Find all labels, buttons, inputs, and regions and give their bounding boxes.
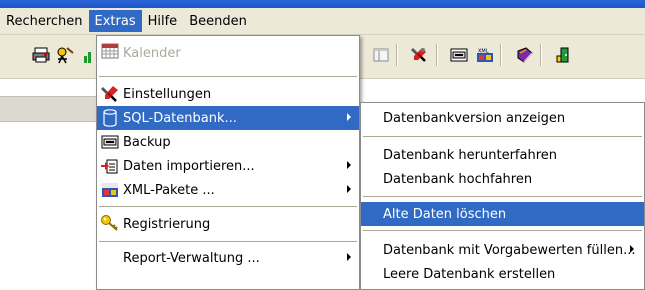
- wizard-icon[interactable]: [54, 44, 76, 66]
- extras-menu: Kalender Einstellungen SQL-Datenbank... …: [96, 35, 360, 290]
- menu-item-einstellungen[interactable]: Einstellungen: [97, 82, 359, 106]
- menu-item-label: Alte Daten löschen: [383, 206, 507, 222]
- menu-item-datenbank-vorgabewerte[interactable]: Datenbank mit Vorgabewerten füllen...: [361, 238, 644, 262]
- submenu-arrow-icon: [347, 185, 351, 193]
- menu-item-report-verwaltung[interactable]: Report-Verwaltung ...: [97, 246, 359, 270]
- submenu-arrow-icon: [347, 253, 351, 261]
- menu-bar: Recherchen Extras Hilfe Beenden: [0, 8, 645, 35]
- menu-separator: [361, 192, 644, 202]
- menu-separator: [361, 132, 644, 144]
- database-icon: [100, 108, 120, 128]
- menu-item-label: Datenbankversion anzeigen: [383, 111, 566, 126]
- book-icon[interactable]: [514, 44, 536, 66]
- submenu-arrow-icon: [347, 161, 351, 169]
- menu-item-label: Backup: [123, 134, 171, 150]
- menu-item-label: Leere Datenbank erstellen: [383, 266, 556, 282]
- chart-icon[interactable]: [82, 44, 94, 66]
- menu-item-label: Daten importieren...: [123, 158, 255, 174]
- sql-datenbank-submenu: Datenbankversion anzeigen Datenbank heru…: [360, 102, 645, 290]
- menu-item-kalender[interactable]: Kalender: [97, 39, 359, 72]
- menu-item-label: Kalender: [123, 46, 181, 61]
- window-icon[interactable]: [370, 44, 392, 66]
- menu-item-label: Datenbank mit Vorgabewerten füllen...: [383, 242, 636, 258]
- toolbar-separator: [436, 44, 438, 66]
- menu-separator: [361, 226, 644, 238]
- menu-extras[interactable]: Extras: [88, 10, 142, 32]
- menu-item-datenbank-hochfahren[interactable]: Datenbank hochfahren: [361, 166, 644, 192]
- menu-item-label: Registrierung: [123, 216, 211, 232]
- print-icon[interactable]: [30, 44, 52, 66]
- backup-icon: [100, 132, 120, 152]
- settings-tools-icon: [100, 84, 120, 104]
- title-bar: [0, 0, 645, 8]
- menu-item-label: Report-Verwaltung ...: [123, 250, 260, 266]
- menu-item-xml-pakete[interactable]: XML-Pakete ...: [97, 178, 359, 202]
- menu-recherchen[interactable]: Recherchen: [0, 10, 89, 32]
- menu-item-label: SQL-Datenbank...: [123, 110, 237, 126]
- key-icon: [100, 213, 120, 233]
- menu-item-alte-daten-loeschen[interactable]: Alte Daten löschen: [361, 202, 644, 226]
- submenu-arrow-icon: [347, 113, 351, 121]
- toolbar-separator: [540, 44, 542, 66]
- exit-door-icon[interactable]: [552, 44, 574, 66]
- xml-icon: [100, 180, 120, 200]
- menu-separator: [97, 237, 359, 246]
- calendar-icon: [100, 41, 120, 61]
- menu-hilfe[interactable]: Hilfe: [142, 10, 184, 32]
- panel-strip: [0, 96, 98, 122]
- import-icon: [100, 156, 120, 176]
- menu-item-leere-datenbank-erstellen[interactable]: Leere Datenbank erstellen: [361, 262, 644, 286]
- menu-item-label: Datenbank herunterfahren: [383, 147, 558, 163]
- xml-icon[interactable]: XML: [474, 44, 496, 66]
- svg-text:XML: XML: [478, 49, 489, 55]
- tools-icon[interactable]: [408, 44, 430, 66]
- menu-item-datenbank-herunterfahren[interactable]: Datenbank herunterfahren: [361, 144, 644, 166]
- menu-separator: [97, 202, 359, 211]
- menu-item-sql-datenbank[interactable]: SQL-Datenbank...: [97, 106, 359, 130]
- menu-item-label: Einstellungen: [123, 86, 212, 102]
- menu-separator: [97, 72, 359, 81]
- submenu-arrow-icon: [630, 245, 634, 253]
- app-window: Recherchen Extras Hilfe Beenden XML Kale…: [0, 0, 645, 290]
- menu-item-daten-importieren[interactable]: Daten importieren...: [97, 154, 359, 178]
- menu-beenden[interactable]: Beenden: [183, 10, 253, 32]
- menu-item-label: XML-Pakete ...: [123, 182, 215, 198]
- menu-item-backup[interactable]: Backup: [97, 130, 359, 154]
- toolbar-separator: [396, 44, 398, 66]
- menu-item-datenbankversion-anzeigen[interactable]: Datenbankversion anzeigen: [361, 105, 644, 132]
- menu-item-label: Datenbank hochfahren: [383, 171, 533, 187]
- menu-item-registrierung[interactable]: Registrierung: [97, 211, 359, 237]
- toolbar-separator: [500, 44, 502, 66]
- backup-icon[interactable]: [448, 44, 470, 66]
